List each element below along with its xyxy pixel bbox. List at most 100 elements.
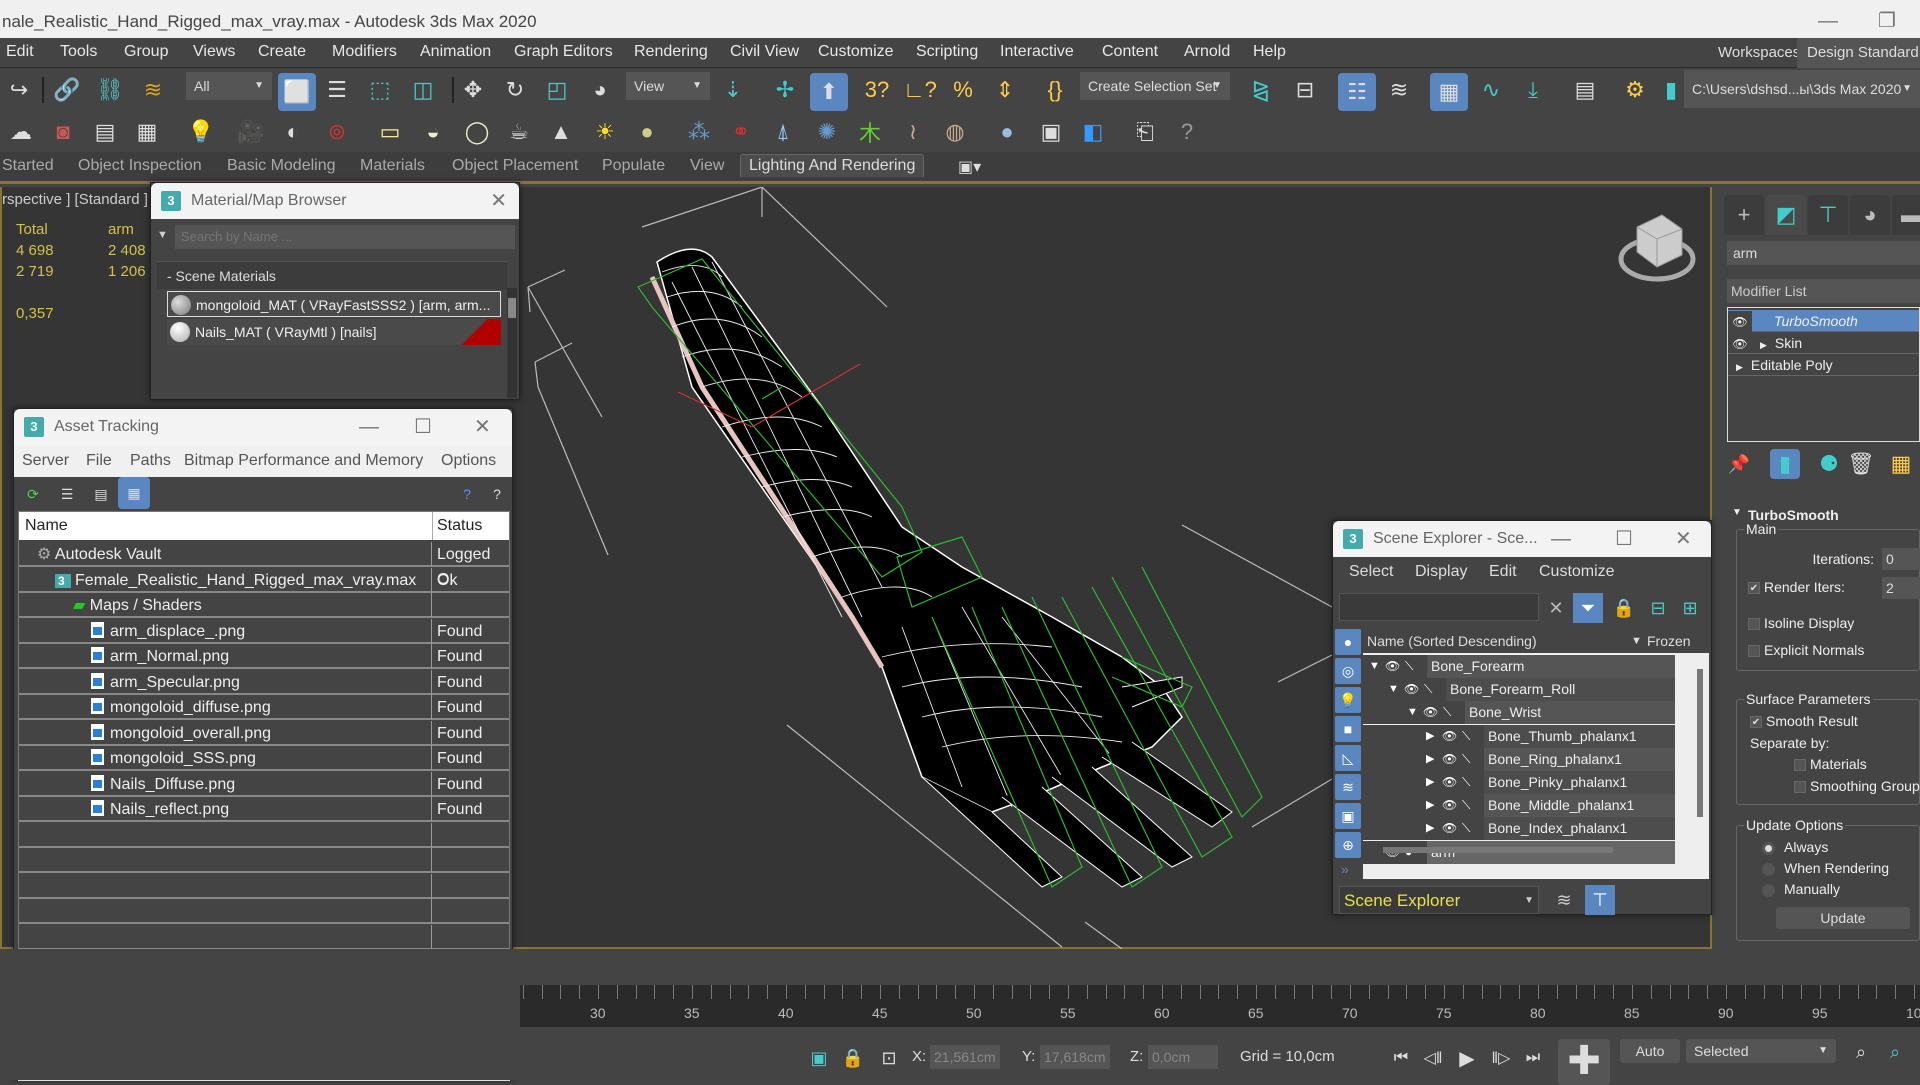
table-row[interactable]: 3 Female_Realistic_Hand_Rigged_max_vray.…: [19, 567, 509, 593]
grass-icon[interactable]: ⽊: [855, 117, 885, 147]
modifier-list-dropdown[interactable]: Modifier List: [1727, 279, 1920, 303]
configure-modifier-sets-icon[interactable]: ▦: [1886, 449, 1916, 479]
show-end-result-icon[interactable]: ▮: [1770, 449, 1800, 479]
close-icon[interactable]: ✕: [1675, 521, 1692, 557]
xrefs-filter-icon[interactable]: ⊕: [1335, 832, 1361, 858]
eye-icon[interactable]: 👁: [1442, 748, 1457, 771]
next-frame-icon[interactable]: ‖▷: [1486, 1043, 1516, 1073]
table-row[interactable]: mongoloid_SSS.png Found: [19, 746, 509, 771]
eye-icon[interactable]: 👁: [1728, 333, 1752, 355]
minimize-icon[interactable]: —: [1551, 521, 1571, 557]
explorer-type-dropdown[interactable]: Scene Explorer ▼: [1339, 886, 1539, 914]
tree-node[interactable]: Bone_Index_phalanx1: [1484, 817, 1675, 841]
place-icon[interactable]: ◕: [585, 75, 615, 105]
when-rendering-radio[interactable]: [1762, 863, 1775, 876]
key-filter-dropdown[interactable]: Selected ▼: [1686, 1039, 1836, 1063]
table-row[interactable]: [19, 848, 509, 873]
bind-space-warp-icon[interactable]: ≋: [138, 75, 168, 105]
smooth-result-checkbox[interactable]: ✔: [1750, 716, 1762, 728]
go-to-end-icon[interactable]: ⏭: [1518, 1043, 1548, 1073]
move-icon[interactable]: ✥: [458, 75, 488, 105]
menu-help[interactable]: Help: [1253, 43, 1286, 61]
select-manipulate-icon[interactable]: ✢: [770, 75, 800, 105]
table-row[interactable]: [19, 899, 509, 924]
rollout-collapse-icon[interactable]: ▼: [1732, 507, 1742, 518]
table-row[interactable]: mongoloid_overall.png Found: [19, 720, 509, 746]
menu-graph-editors[interactable]: Graph Editors: [514, 43, 613, 61]
stack-item-editable-poly[interactable]: ▶ Editable Poly: [1728, 354, 1919, 376]
dome-light-icon[interactable]: ◒: [418, 117, 448, 147]
scene-search-input[interactable]: [1339, 593, 1539, 621]
scene-materials-group[interactable]: - Scene Materials: [157, 261, 507, 289]
render-region-icon[interactable]: ◧: [1078, 117, 1108, 147]
always-radio[interactable]: [1762, 842, 1775, 855]
tree-node[interactable]: Bone_Forearm_Roll: [1446, 678, 1675, 702]
eye-icon[interactable]: 👁: [1385, 655, 1400, 678]
hierarchy-collapse-icon[interactable]: ⊞: [1675, 593, 1705, 623]
menu-views[interactable]: Views: [193, 43, 235, 61]
curve-editor-icon[interactable]: ∿: [1476, 75, 1506, 105]
layer-explorer-icon[interactable]: ≋: [1549, 885, 1579, 915]
tab-lighting-and-rendering[interactable]: Lighting And Rendering: [740, 154, 925, 177]
close-icon[interactable]: ✕: [474, 409, 491, 445]
stack-item-skin[interactable]: 👁 ▶ Skin: [1728, 332, 1919, 354]
hierarchy-tab-icon[interactable]: ⊤: [1808, 195, 1848, 235]
dialog-title-bar[interactable]: 3 Material/Map Browser ✕: [151, 183, 519, 219]
schematic-view-icon[interactable]: ⤓: [1518, 75, 1548, 105]
viewcube[interactable]: [1618, 214, 1696, 282]
particles-icon[interactable]: ⁂: [684, 117, 714, 147]
eye-icon[interactable]: 👁: [1728, 311, 1752, 333]
menu-options[interactable]: Options: [441, 445, 496, 477]
eye-icon[interactable]: 👁: [1442, 817, 1457, 840]
table-row[interactable]: mongoloid_diffuse.png Found: [19, 695, 509, 720]
material-search-input[interactable]: [175, 225, 515, 249]
table-view-icon[interactable]: ▦: [118, 477, 150, 509]
lock-icon[interactable]: 🔒: [838, 1043, 868, 1073]
isoline-display-checkbox[interactable]: [1748, 618, 1760, 630]
spot-light-icon[interactable]: ▲: [546, 117, 576, 147]
eye-icon[interactable]: 👁: [1442, 771, 1457, 794]
table-row[interactable]: Nails_Diffuse.png Found: [19, 771, 509, 797]
scrollbar-thumb[interactable]: [508, 298, 516, 318]
hierarchy-expand-icon[interactable]: ⊟: [1643, 593, 1673, 623]
expand-more-icon[interactable]: »: [1335, 861, 1363, 877]
hierarchy-mode-icon[interactable]: ⊤: [1585, 885, 1615, 915]
hair-icon[interactable]: ≀: [898, 117, 928, 147]
minimize-icon[interactable]: —: [1818, 6, 1838, 36]
scrollbar-thumb[interactable]: [1697, 669, 1703, 817]
sort-desc-icon[interactable]: ▼: [1631, 629, 1642, 653]
table-row[interactable]: [19, 924, 509, 950]
menu-rendering[interactable]: Rendering: [634, 43, 708, 61]
remove-modifier-icon[interactable]: 🗑: [1846, 449, 1876, 479]
menu-customize[interactable]: Customize: [1539, 563, 1615, 581]
pin-stack-icon[interactable]: 📌: [1724, 449, 1754, 479]
rectangular-selection-icon[interactable]: ⬚: [365, 75, 395, 105]
maximize-icon[interactable]: ☐: [414, 409, 432, 445]
selection-lock-icon[interactable]: ▣: [804, 1043, 834, 1073]
collapse-arrow-icon[interactable]: ▼: [1388, 678, 1399, 701]
collapse-arrow-icon[interactable]: ▼: [1369, 655, 1380, 678]
tree-node[interactable]: Bone_Thumb_phalanx1: [1484, 724, 1675, 748]
pivot-icon[interactable]: ⇣: [718, 75, 748, 105]
render-icon[interactable]: ◙: [48, 117, 78, 147]
table-icon[interactable]: ▦: [132, 117, 162, 147]
material-editor-icon[interactable]: ▤: [1570, 75, 1600, 105]
table-row[interactable]: [19, 822, 509, 848]
eye-icon[interactable]: 👁: [1442, 794, 1457, 817]
go-to-start-icon[interactable]: ⏮: [1386, 1043, 1416, 1073]
set-key-button[interactable]: ✚: [1558, 1039, 1610, 1085]
camera-icon[interactable]: 🎥: [236, 117, 266, 147]
dialog-title-bar[interactable]: 3 Asset Tracking — ☐ ✕: [14, 409, 512, 445]
teapot-icon[interactable]: ☕: [504, 117, 534, 147]
table-row[interactable]: arm_displace_.png Found: [19, 618, 509, 644]
tower-icon[interactable]: ⍋: [768, 117, 798, 147]
filter-icon[interactable]: ⏷: [1573, 593, 1603, 623]
vray-camera-icon[interactable]: ⊚: [322, 117, 352, 147]
minimize-icon[interactable]: —: [359, 409, 379, 445]
mirror-icon[interactable]: ⧎: [1246, 75, 1276, 105]
select-by-name-icon[interactable]: ☰: [322, 75, 352, 105]
x-coordinate-field[interactable]: 21,561cm: [930, 1045, 1000, 1069]
menu-group[interactable]: Group: [124, 43, 168, 61]
restore-icon[interactable]: ❐: [1878, 6, 1896, 36]
previous-frame-icon[interactable]: ◁‖: [1418, 1043, 1448, 1073]
